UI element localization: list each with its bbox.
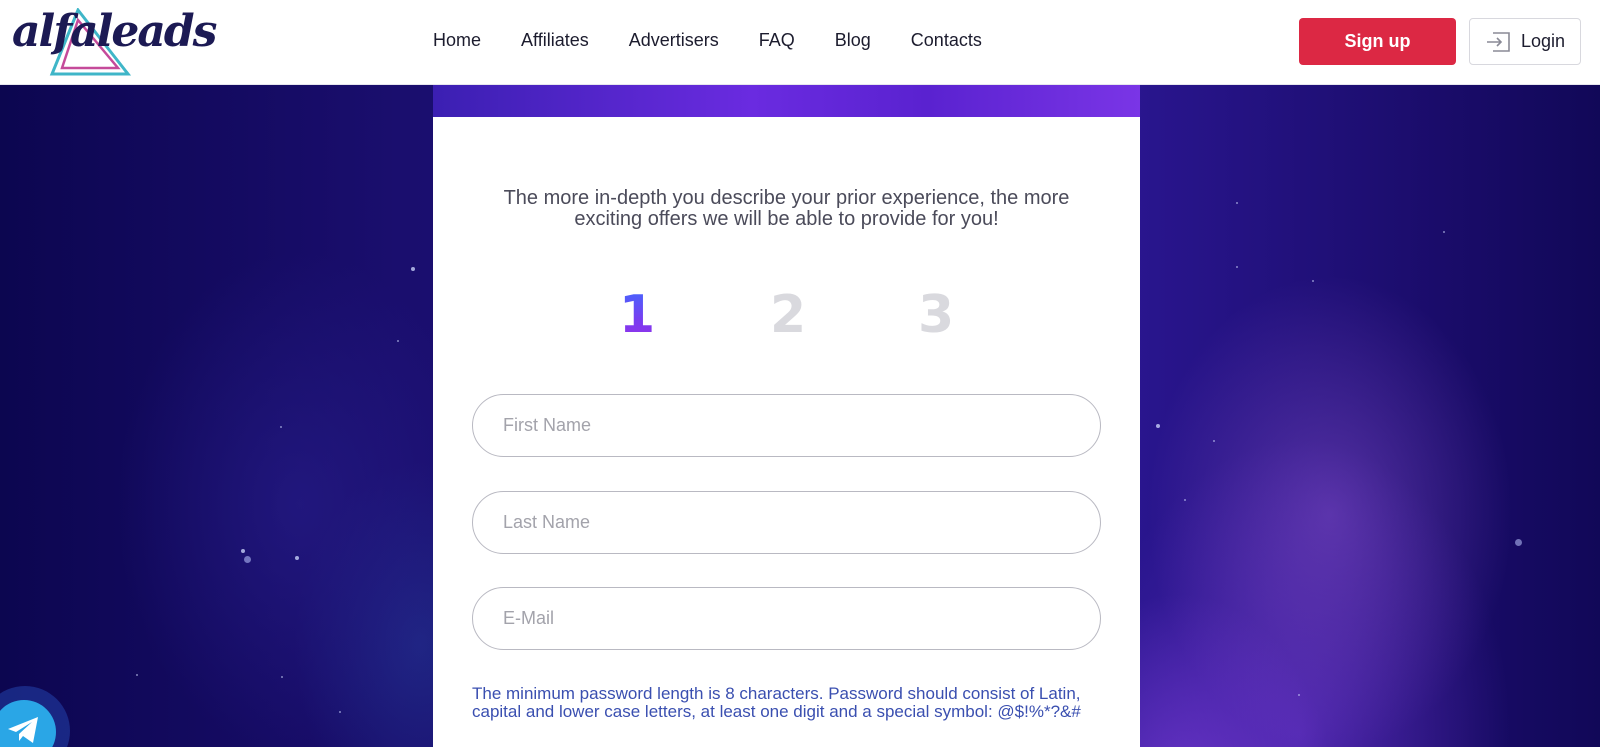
main-nav: Home Affiliates Advertisers FAQ Blog Con… bbox=[433, 30, 1022, 51]
signup-form-card: The more in-depth you describe your prio… bbox=[433, 117, 1140, 747]
star-decoration bbox=[397, 340, 399, 342]
star-decoration bbox=[1156, 424, 1160, 428]
step-1: 1 bbox=[619, 285, 656, 345]
star-decoration bbox=[411, 267, 415, 271]
star-decoration bbox=[295, 556, 299, 560]
star-decoration bbox=[1236, 202, 1238, 204]
star-decoration bbox=[280, 426, 282, 428]
step-indicator: 1 2 3 bbox=[433, 285, 1140, 345]
star-decoration bbox=[1312, 280, 1314, 282]
form-intro-text: The more in-depth you describe your prio… bbox=[503, 187, 1070, 230]
star-decoration bbox=[281, 676, 283, 678]
nav-home[interactable]: Home bbox=[433, 30, 481, 51]
password-hint: The minimum password length is 8 charact… bbox=[472, 684, 1081, 721]
logo-text: alfaleads bbox=[12, 6, 217, 57]
logo[interactable]: alfaleads bbox=[8, 2, 217, 82]
nav-affiliates[interactable]: Affiliates bbox=[521, 30, 589, 51]
card-header-strip bbox=[433, 84, 1140, 117]
nav-contacts[interactable]: Contacts bbox=[911, 30, 982, 51]
star-decoration bbox=[1184, 499, 1186, 501]
nav-blog[interactable]: Blog bbox=[835, 30, 871, 51]
login-button[interactable]: Login bbox=[1469, 18, 1581, 65]
last-name-input[interactable] bbox=[472, 491, 1101, 554]
telegram-icon bbox=[8, 717, 38, 743]
login-icon bbox=[1486, 31, 1510, 52]
star-decoration bbox=[244, 556, 251, 563]
star-decoration bbox=[1298, 694, 1300, 696]
star-decoration bbox=[1443, 231, 1445, 233]
star-decoration bbox=[241, 549, 245, 553]
star-decoration bbox=[1236, 266, 1238, 268]
nav-faq[interactable]: FAQ bbox=[759, 30, 795, 51]
site-header: alfaleads Home Affiliates Advertisers FA… bbox=[0, 0, 1600, 85]
step-3: 3 bbox=[918, 285, 955, 345]
nav-advertisers[interactable]: Advertisers bbox=[629, 30, 719, 51]
signup-button[interactable]: Sign up bbox=[1299, 18, 1456, 65]
step-2: 2 bbox=[770, 285, 807, 345]
login-label: Login bbox=[1520, 31, 1566, 51]
star-decoration bbox=[1515, 539, 1522, 546]
star-decoration bbox=[136, 674, 138, 676]
star-decoration bbox=[339, 711, 341, 713]
email-input[interactable] bbox=[472, 587, 1101, 650]
star-decoration bbox=[1213, 440, 1215, 442]
first-name-input[interactable] bbox=[472, 394, 1101, 457]
